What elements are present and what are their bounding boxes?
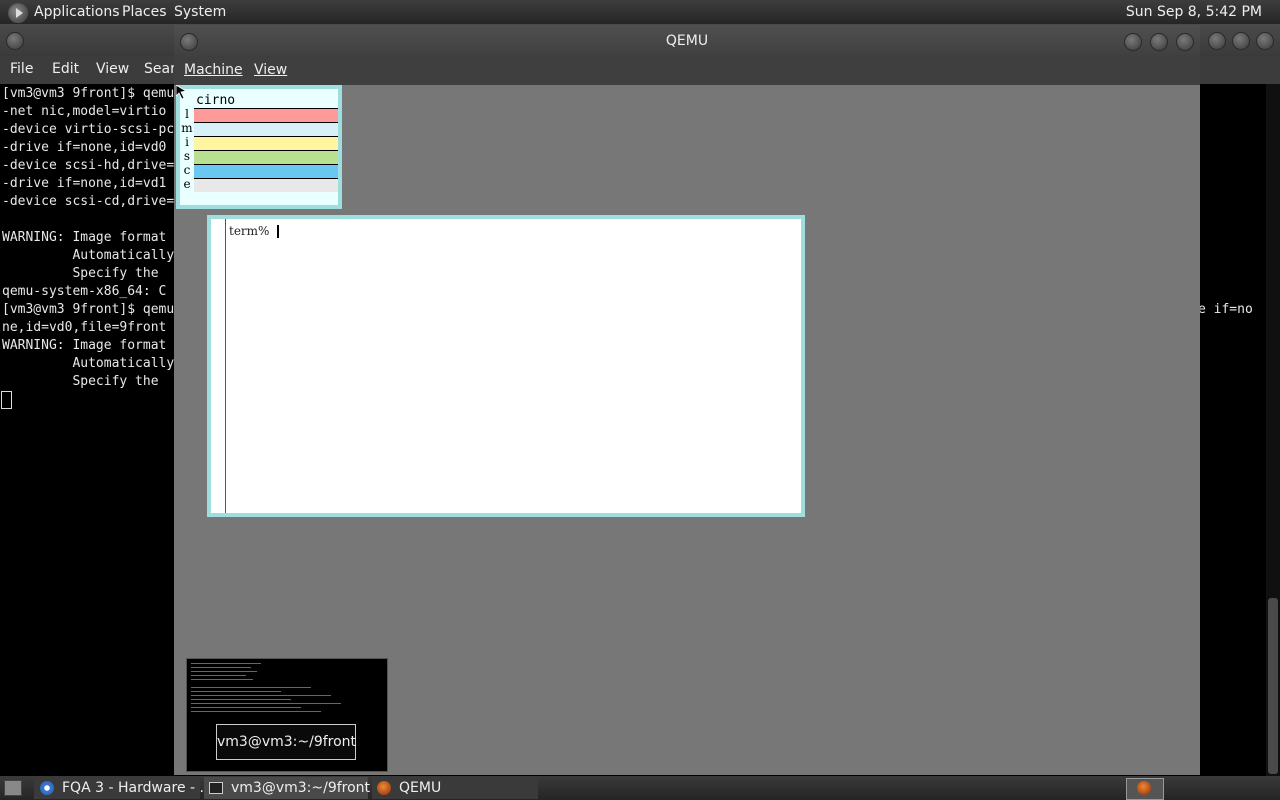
stat-letter: i xyxy=(185,135,189,149)
task-label: FQA 3 - Hardware - ... xyxy=(62,780,213,796)
qemu-icon xyxy=(377,781,391,795)
stat-letter: m xyxy=(181,121,193,135)
maximize-icon[interactable] xyxy=(1150,33,1168,51)
menu-applications[interactable]: Applications xyxy=(34,4,120,20)
stat-graph xyxy=(194,136,338,150)
stat-graph xyxy=(194,108,338,122)
task-label: QEMU xyxy=(399,780,442,796)
taskbar: FQA 3 - Hardware - ... vm3@vm3:~/9front … xyxy=(0,776,1280,800)
stat-letter: c xyxy=(183,163,191,177)
terminal-line: -drive if=none,id=vd0 xyxy=(2,140,167,155)
terminal-scroll-thumb[interactable] xyxy=(1268,598,1278,774)
menu-system[interactable]: System xyxy=(174,4,226,20)
qemu-titlebar[interactable]: QEMU xyxy=(174,25,1200,59)
window-title: QEMU xyxy=(665,33,709,49)
terminal-line: -drive if=none,id=vd1 xyxy=(2,176,167,191)
terminal-output-fragment: e if=no xyxy=(1198,302,1253,317)
terminal-line: -net nic,model=virtio xyxy=(2,104,167,119)
menu-edit[interactable]: Edit xyxy=(52,61,79,77)
close-icon[interactable] xyxy=(1256,32,1274,50)
terminal-line: Specify the xyxy=(2,374,159,389)
terminal-line: Automatically xyxy=(2,356,175,371)
stat-letter: l xyxy=(185,107,189,121)
minimize-icon[interactable] xyxy=(1124,33,1142,51)
menu-file[interactable]: File xyxy=(10,61,33,77)
terminal-cursor xyxy=(1,391,12,409)
stat-letter: s xyxy=(183,149,191,163)
terminal-line: [vm3@vm3 9front]$ qemu xyxy=(2,86,175,101)
stat-graph xyxy=(194,150,338,164)
qemu-icon xyxy=(1137,781,1151,795)
shell-prompt: term% xyxy=(229,224,270,238)
task-browser[interactable]: FQA 3 - Hardware - ... xyxy=(34,777,213,799)
menu-view[interactable]: View xyxy=(96,61,129,77)
mouse-pointer-icon xyxy=(176,85,188,99)
stat-graph xyxy=(194,178,338,192)
terminal-line: -device virtio-scsi-pc xyxy=(2,122,175,137)
terminal-line: -device scsi-hd,drive= xyxy=(2,158,175,173)
top-panel: Applications Places System Sun Sep 8, 5:… xyxy=(0,0,1280,24)
system-name: cirno xyxy=(196,93,236,108)
terminal-line: WARNING: Image format xyxy=(2,338,167,353)
menu-view[interactable]: View xyxy=(254,62,287,78)
task-label: vm3@vm3:~/9front xyxy=(231,780,371,796)
terminal-line: [vm3@vm3 9front]$ qemu xyxy=(2,302,175,317)
terminal-output[interactable]: [vm3@vm3 9front]$ qemu -net nic,model=vir… xyxy=(2,85,174,391)
task-terminal[interactable]: vm3@vm3:~/9front xyxy=(204,777,371,799)
stat-letter: e xyxy=(183,177,191,191)
terminal-line: -device scsi-cd,drive= xyxy=(2,194,175,209)
text-cursor xyxy=(277,225,279,238)
terminal-line: ne,id=vd0,file=9front xyxy=(2,320,167,335)
show-desktop-icon[interactable] xyxy=(4,780,22,796)
workspace-switcher[interactable] xyxy=(1126,778,1164,800)
window-switcher-label: vm3@vm3:~/9front xyxy=(216,724,356,760)
window-menu-icon[interactable] xyxy=(6,32,24,50)
applications-logo-icon[interactable] xyxy=(8,3,28,23)
clock[interactable]: Sun Sep 8, 5:42 PM xyxy=(1126,4,1262,20)
maximize-icon[interactable] xyxy=(1232,32,1250,50)
terminal-line: qemu-system-x86_64: C xyxy=(2,284,167,299)
terminal-line: WARNING: Image format xyxy=(2,230,167,245)
rio-term-window[interactable]: term% xyxy=(207,215,805,517)
task-qemu[interactable]: QEMU xyxy=(372,777,538,799)
menu-machine[interactable]: Machine xyxy=(184,62,243,78)
terminal-line: Specify the xyxy=(2,266,159,281)
terminal-line: Automatically xyxy=(2,248,175,263)
minimize-icon[interactable] xyxy=(1208,32,1226,50)
stat-graph xyxy=(194,122,338,136)
browser-icon xyxy=(40,781,54,795)
menu-places[interactable]: Places xyxy=(122,4,167,20)
stats-window[interactable]: cirno lmisce xyxy=(176,85,342,209)
close-icon[interactable] xyxy=(1176,33,1194,51)
terminal-icon xyxy=(209,782,223,794)
stat-graph xyxy=(194,164,338,178)
rio-scrollbar[interactable] xyxy=(211,219,226,513)
qemu-menubar: Machine View xyxy=(174,59,1200,85)
